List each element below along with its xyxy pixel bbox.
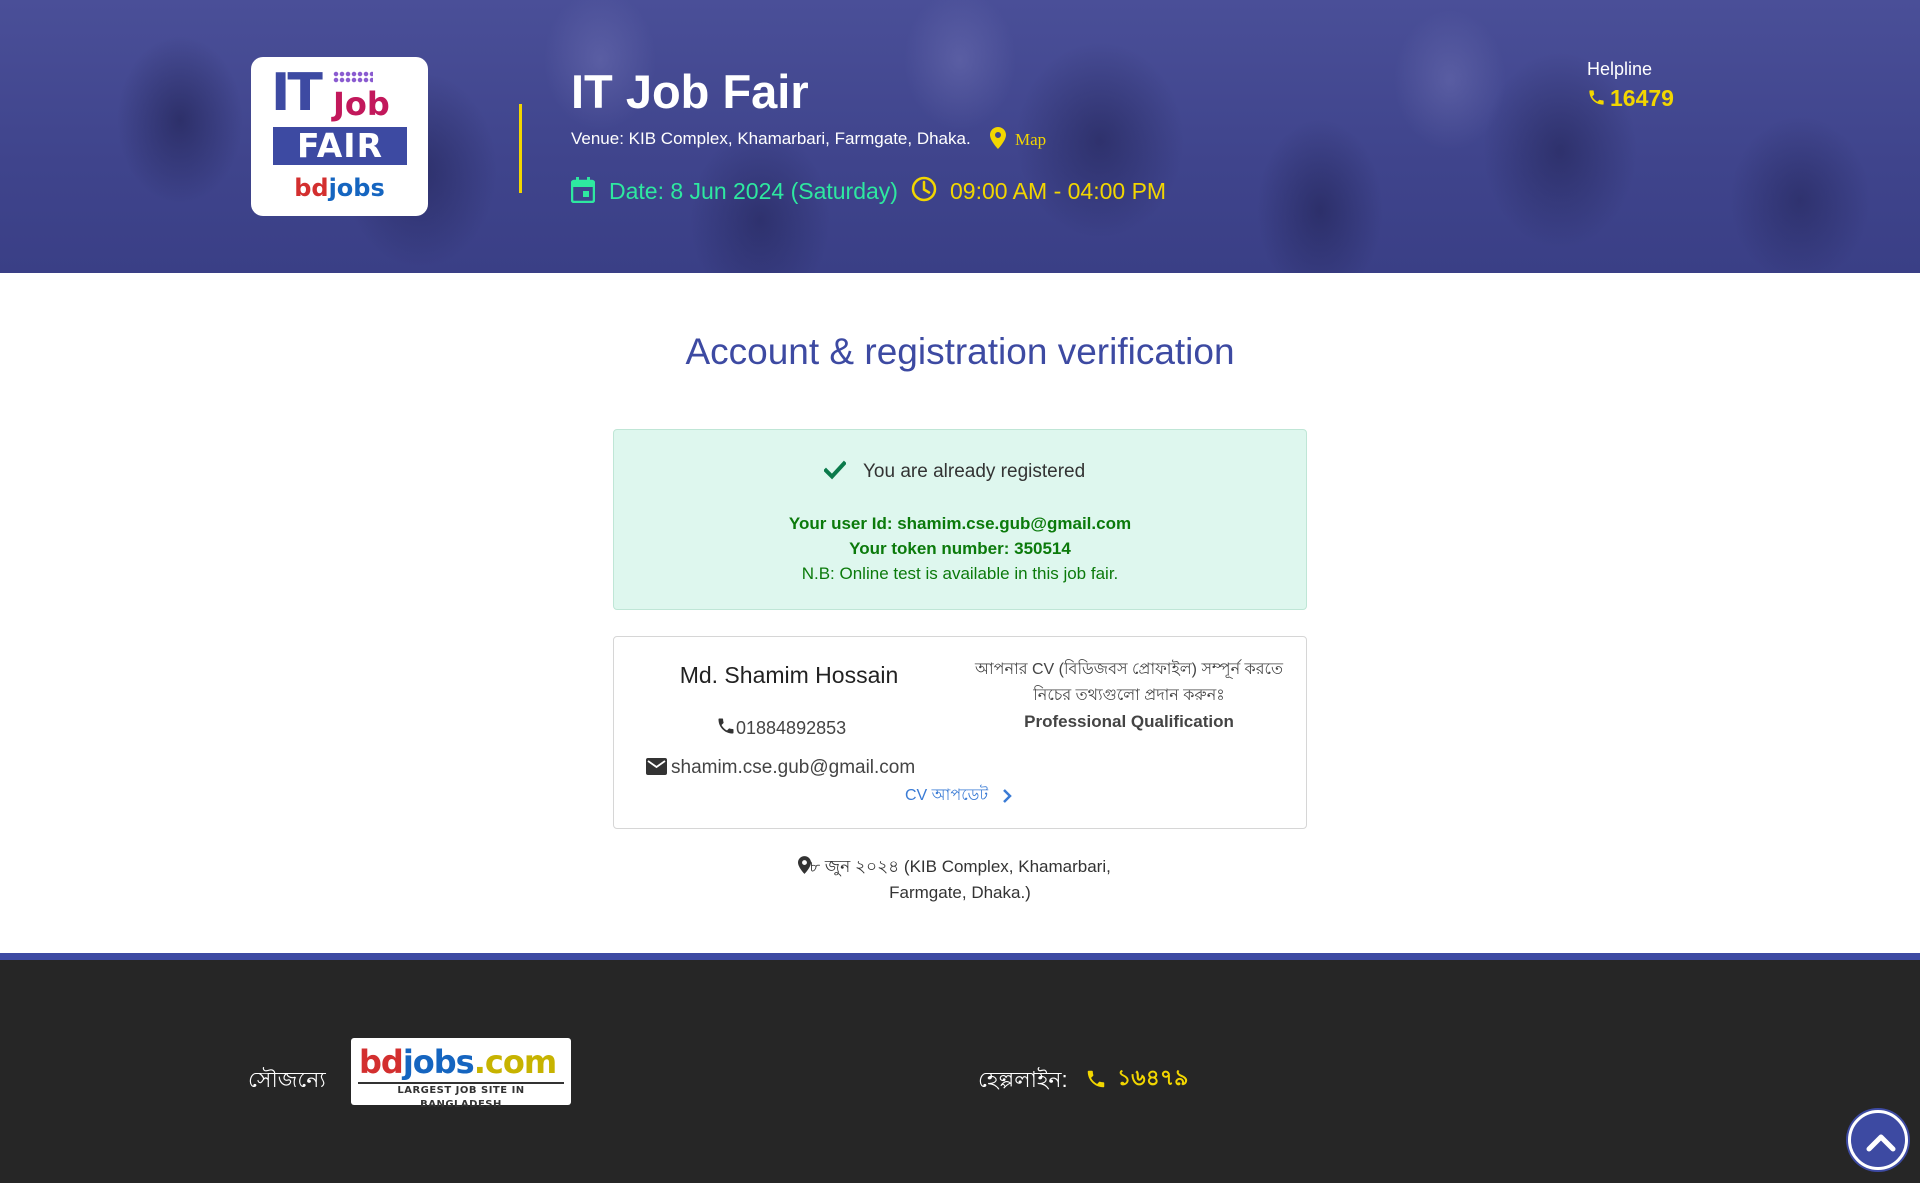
logo-fair-text: FAIR — [273, 127, 407, 165]
registration-status-alert: You are already registered Your user Id:… — [613, 429, 1307, 610]
footer-accent-bar — [0, 953, 1920, 960]
check-icon — [823, 460, 847, 485]
cv-update-link[interactable]: CV আপডেট — [905, 785, 988, 807]
profile-phone: 01884892853 — [736, 718, 847, 738]
status-message: You are already registered — [863, 461, 1086, 482]
cv-missing-qualification[interactable]: Professional Qualification — [974, 711, 1284, 733]
footer-logo-jobs: jobs — [402, 1043, 475, 1081]
event-date: Date: 8 Jun 2024 (Saturday) — [609, 178, 898, 204]
footer-logo-com: .com — [473, 1043, 557, 1081]
map-pin-icon[interactable] — [990, 127, 1006, 154]
logo-it-text: IT — [271, 63, 323, 123]
calendar-icon — [570, 177, 596, 208]
profile-card: Md. Shamim Hossain 01884892853 shamim.cs… — [613, 636, 1307, 829]
footer-logo-bd: bd — [359, 1043, 404, 1081]
event-time: 09:00 AM - 04:00 PM — [950, 178, 1167, 204]
phone-icon — [1587, 88, 1606, 112]
clock-icon — [911, 176, 937, 207]
logo-jobs-part: jobs — [328, 174, 385, 202]
mail-icon — [646, 758, 667, 780]
token-number-text: Your token number: 350514 — [849, 539, 1071, 558]
bdjobs-tagline: LARGEST JOB SITE IN BANGLADESH — [358, 1082, 564, 1110]
helpline-number[interactable]: 16479 — [1610, 84, 1674, 112]
user-id-text: Your user Id: shamim.cse.gub@gmail.com — [788, 514, 1132, 533]
scroll-to-top-button[interactable] — [1848, 1110, 1908, 1170]
profile-name: Md. Shamim Hossain — [679, 662, 899, 688]
profile-email: shamim.cse.gub@gmail.com — [671, 757, 916, 778]
online-test-note: N.B: Online test is available in this jo… — [801, 564, 1119, 583]
bdjobs-logo-text: bdjobs.com — [359, 1043, 557, 1081]
event-location-summary: ৮ জুন ২০২৪ (KIB Complex, Khamarbari, Far… — [809, 857, 1111, 902]
map-link[interactable]: Map — [1015, 129, 1046, 151]
phone-icon — [1085, 1068, 1107, 1095]
logo-job-text: Job — [333, 85, 390, 123]
header-divider — [519, 104, 522, 193]
chevron-right-icon[interactable] — [1002, 788, 1012, 809]
footer-helpline-label: হেল্পলাইন: — [978, 1067, 1068, 1092]
bdjobs-logo[interactable]: bdjobs.com LARGEST JOB SITE IN BANGLADES… — [351, 1038, 571, 1110]
header-banner: IT Job FAIR bdjobs IT Job Fair Venue: KI… — [0, 0, 1920, 273]
logo-bd-part: bd — [294, 174, 329, 202]
venue-text: Venue: KIB Complex, Khamarbari, Farmgate… — [571, 129, 971, 148]
helpline-label: Helpline — [1587, 59, 1653, 79]
page-title: Account & registration verification — [685, 331, 1235, 372]
courtesy-label: সৌজন্যে — [248, 1067, 326, 1092]
it-job-fair-logo[interactable]: IT Job FAIR bdjobs — [251, 57, 428, 216]
cv-completion-note: আপনার CV (বিডিজবস প্রোফাইল) সম্পূর্ন করত… — [975, 661, 1283, 704]
fair-title: IT Job Fair — [571, 65, 809, 118]
footer-helpline-number[interactable]: ১৬৪৭৯ — [1117, 1064, 1188, 1092]
footer: সৌজন্যে bdjobs.com LARGEST JOB SITE IN B… — [0, 960, 1920, 1183]
phone-icon — [716, 716, 736, 741]
logo-bdjobs-text: bdjobs — [251, 175, 428, 201]
logo-dots-decoration — [333, 71, 373, 83]
